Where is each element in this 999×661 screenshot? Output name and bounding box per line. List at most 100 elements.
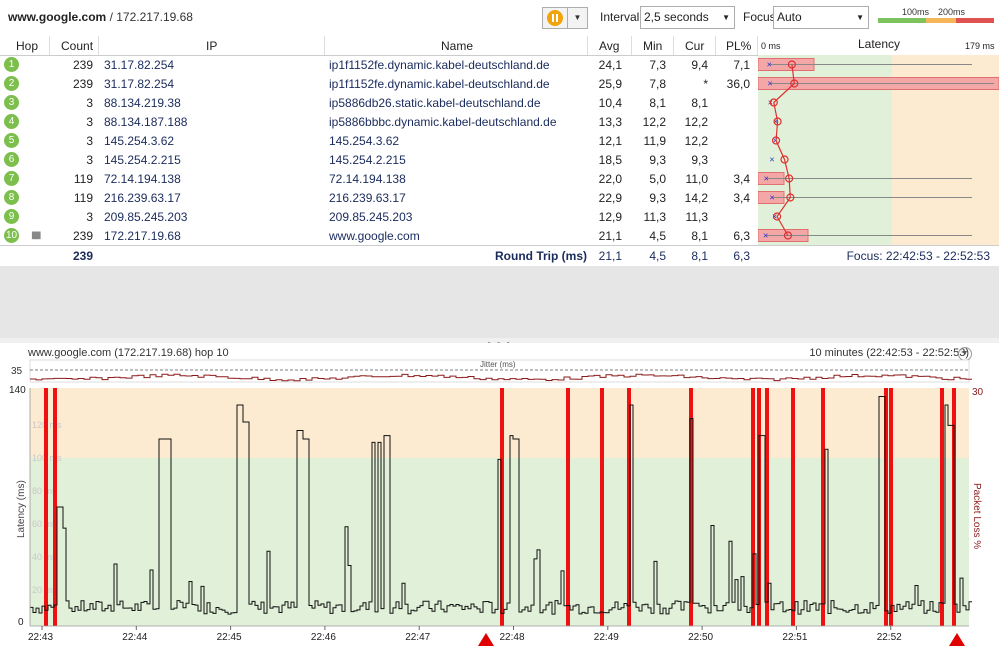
- header-pl[interactable]: PL%: [726, 39, 751, 53]
- jitter-max-label: 35: [11, 366, 23, 377]
- hop-number: 4: [4, 114, 19, 129]
- packet-loss-bar: [600, 388, 604, 626]
- pause-icon: [547, 10, 563, 26]
- cell-ip: 31.17.82.254: [104, 77, 175, 91]
- empty-area: [0, 266, 999, 338]
- header-ip[interactable]: IP: [206, 39, 217, 53]
- graph-icon[interactable]: ▮▮▮: [31, 230, 41, 241]
- min-latency-marker: ×: [764, 174, 769, 184]
- table-row[interactable]: 2 239 31.17.82.254 ip1f1152fe.dynamic.kabel…: [0, 74, 758, 93]
- cell-avg: 21,1: [598, 229, 622, 243]
- target-address[interactable]: www.google.com / 172.217.19.68: [8, 10, 193, 24]
- cell-min: 7,3: [649, 58, 666, 72]
- table-row[interactable]: 1 239 31.17.82.254 ip1f1152fe.dynamic.kabel…: [0, 55, 758, 74]
- table-row[interactable]: 3 3 88.134.219.38 ip5886db26.static.kabel-d…: [0, 93, 758, 112]
- focus-select[interactable]: Auto ▼: [773, 6, 869, 29]
- x-axis-tick-label: 22:52: [877, 632, 902, 643]
- focus-value: Auto: [777, 10, 802, 24]
- x-axis-tick-label: 22:45: [217, 632, 242, 643]
- summary-focus-range: Focus: 22:42:53 - 22:52:53: [846, 249, 990, 263]
- header-count[interactable]: Count: [61, 39, 93, 53]
- packet-loss-marker-triangle: [949, 633, 965, 646]
- table-row[interactable]: 9 3 209.85.245.203 209.85.245.203 12,9 11,3 11…: [0, 207, 758, 226]
- pause-button[interactable]: [542, 7, 568, 29]
- cell-name: ip5886db26.static.kabel-deutschland.de: [329, 96, 541, 110]
- min-latency-marker: ×: [769, 155, 774, 165]
- cell-min: 5,0: [649, 172, 666, 186]
- header-avg[interactable]: Avg: [599, 39, 619, 53]
- packet-loss-bar: [821, 388, 825, 626]
- min-latency-marker: ×: [767, 79, 772, 89]
- min-latency-marker: ×: [769, 193, 774, 203]
- cell-count: 239: [72, 229, 93, 243]
- x-axis-tick-label: 22:48: [500, 632, 525, 643]
- hop-number: 8: [4, 190, 19, 205]
- toolbar: www.google.com / 172.217.19.68 ▼ Interva…: [0, 0, 999, 37]
- legend-100ms: 100ms: [902, 7, 930, 17]
- summary-label: Round Trip (ms): [495, 249, 587, 263]
- table-row[interactable]: 6 3 145.254.2.215 145.254.2.215 18,5 9,3 9,3: [0, 150, 758, 169]
- target-ip: / 172.217.19.68: [106, 10, 193, 24]
- cell-pl: 7,1: [733, 58, 750, 72]
- legend-200ms: 200ms: [938, 7, 966, 17]
- cell-name: 145.254.2.215: [329, 153, 406, 167]
- table-row[interactable]: 10 ▮▮▮ 239 172.217.19.68 www.google.com 21,1 4…: [0, 226, 758, 245]
- cell-min: 11,9: [643, 134, 666, 148]
- hop-number: 7: [4, 171, 19, 186]
- cell-cur: 12,2: [684, 134, 708, 148]
- interval-value: 2,5 seconds: [644, 10, 709, 24]
- summary-pl: 6,3: [733, 249, 750, 263]
- cell-name: ip1f1152fe.dynamic.kabel-deutschland.de: [329, 77, 550, 91]
- x-axis-tick-label: 22:44: [122, 632, 147, 643]
- header-name[interactable]: Name: [441, 39, 473, 53]
- legend-bar-red: [956, 18, 994, 23]
- x-axis-tick-label: 22:50: [688, 632, 713, 643]
- header-latency[interactable]: Latency: [858, 37, 900, 51]
- cell-cur: 14,2: [684, 191, 708, 205]
- y2-axis-label: Packet Loss %: [971, 483, 982, 549]
- trace-table: Hop Count IP Name Avg Min Cur PL% 0 ms L…: [0, 36, 999, 266]
- cell-cur: 9,4: [691, 58, 708, 72]
- x-axis-tick-label: 22:43: [28, 632, 53, 643]
- table-row[interactable]: 4 3 88.134.187.188 ip5886bbbc.dynamic.kabel…: [0, 112, 758, 131]
- cell-ip: 88.134.187.188: [104, 115, 188, 129]
- cell-cur: 11,0: [685, 172, 708, 186]
- cell-ip: 88.134.219.38: [104, 96, 181, 110]
- header-hop[interactable]: Hop: [16, 39, 38, 53]
- cell-ip: 216.239.63.17: [104, 191, 181, 205]
- target-host: www.google.com: [8, 10, 107, 24]
- table-row[interactable]: 7 119 72.14.194.138 72.14.194.138 22,0 5,0 11,…: [0, 169, 758, 188]
- summary-min: 4,5: [649, 249, 666, 263]
- y-axis-label: Latency (ms): [16, 480, 27, 538]
- cell-name: ip5886bbbc.dynamic.kabel-deutschland.de: [329, 115, 557, 129]
- cell-ip: 145.254.2.215: [104, 153, 181, 167]
- cell-count: 3: [86, 210, 93, 224]
- cell-count: 119: [73, 191, 93, 205]
- table-row[interactable]: 5 3 145.254.3.62 145.254.3.62 12,1 11,9 12,2: [0, 131, 758, 150]
- cell-pl: 3,4: [733, 172, 750, 186]
- packet-loss-bar: [566, 388, 570, 626]
- packet-loss-bar: [44, 388, 48, 626]
- chevron-down-icon: ▼: [573, 13, 582, 22]
- table-row[interactable]: 8 119 216.239.63.17 216.239.63.17 22,9 9,3 14,…: [0, 188, 758, 207]
- cell-avg: 25,9: [598, 77, 622, 91]
- cell-name: www.google.com: [329, 229, 420, 243]
- cell-name: ip1f1152fe.dynamic.kabel-deutschland.de: [329, 58, 550, 72]
- pause-dropdown-button[interactable]: ▼: [568, 7, 588, 29]
- packet-loss-marker-triangle: [478, 633, 494, 646]
- cell-name: 72.14.194.138: [329, 172, 406, 186]
- header-cur[interactable]: Cur: [685, 39, 704, 53]
- cell-pl: 36,0: [726, 77, 750, 91]
- cell-cur: 8,1: [691, 229, 708, 243]
- cell-ip: 72.14.194.138: [104, 172, 181, 186]
- cell-avg: 18,5: [598, 153, 622, 167]
- header-latency-max: 179 ms: [965, 41, 995, 51]
- summary-cur: 8,1: [691, 249, 708, 263]
- cell-count: 3: [86, 134, 93, 148]
- hop-number: 3: [4, 95, 19, 110]
- header-min[interactable]: Min: [643, 39, 662, 53]
- packet-loss-bar: [53, 388, 57, 626]
- interval-select[interactable]: 2,5 seconds ▼: [640, 6, 735, 29]
- cell-min: 9,3: [649, 153, 666, 167]
- cell-min: 8,1: [649, 96, 666, 110]
